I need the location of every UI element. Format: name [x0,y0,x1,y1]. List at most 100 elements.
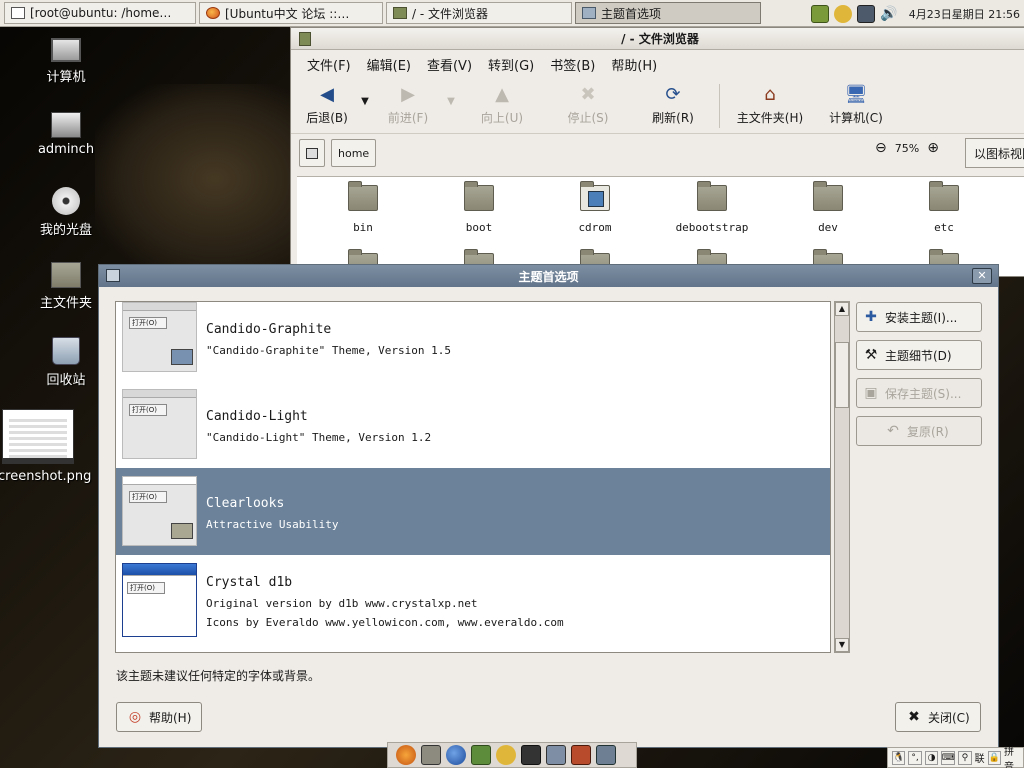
theme-preview-thumbnail: 打开(O) [122,302,197,372]
media-player-icon[interactable] [571,745,591,765]
network-share-icon [51,112,81,138]
ime-name-label[interactable]: 拼音 [1004,743,1023,768]
menu-edit[interactable]: 编辑(E) [359,55,419,74]
menu-go[interactable]: 转到(G) [480,55,542,74]
web-browser-icon[interactable] [446,745,466,765]
theme-row-candido-graphite[interactable]: 打开(O) Candido-Graphite "Candido-Graphite… [116,302,830,389]
close-icon: ✖ [908,709,920,725]
user-icon[interactable] [496,745,516,765]
scroll-up-icon[interactable]: ▲ [835,302,849,316]
file-item-dev[interactable]: dev [780,181,876,234]
penguin-icon[interactable]: 🐧 [892,750,906,765]
scroll-down-icon[interactable]: ▼ [835,638,849,652]
file-name: cdrom [578,221,612,234]
theme-row-crystal-d1b[interactable]: 打开(O) Crystal d1b Original version by d1… [116,555,830,652]
back-history-dropdown[interactable]: ▼ [357,96,373,107]
file-item-debootstrap[interactable]: debootstrap [664,181,760,234]
back-button[interactable]: ◀ 后退(B) [297,78,357,130]
update-notifier-icon[interactable] [810,4,829,23]
ubuntu-menu-icon[interactable] [396,745,416,765]
forward-button[interactable]: ▶ 前进(F) [373,78,443,130]
menu-file[interactable]: 文件(F) [299,55,359,74]
taskbar-item-firefox[interactable]: [Ubuntu中文 论坛 ::… [199,2,383,24]
view-mode-select[interactable]: 以图标视图 [965,138,1024,168]
desktop-icon-screenshot[interactable]: creenshot.png [0,409,94,484]
file-item-bin[interactable]: bin [315,181,411,234]
home-icon: ⌂ [764,83,776,105]
save-theme-button[interactable]: ▣ 保存主题(S)... [856,378,982,408]
computer-icon: 🖥 [844,83,868,105]
softkeyboard-icon[interactable]: ⌨ [941,750,956,765]
stop-label: 停止(S) [567,111,609,125]
user-icon[interactable] [833,4,852,23]
toolbar: ◀ 后退(B) ▼ ▶ 前进(F) ▼ ▲ 向上(U) ✖ 停止(S) ⟳ 刷新… [291,78,1024,134]
file-icon-view[interactable]: bin boot cdrom debootstrap dev etc [297,176,1024,276]
stop-icon: ✖ [580,83,596,105]
home-button[interactable]: ⌂ 主文件夹(H) [724,78,816,130]
theme-row-clearlooks[interactable]: 打开(O) Clearlooks Attractive Usability [116,468,830,555]
theme-description: Original version by d1b www.crystalxp.ne… [206,597,478,610]
install-theme-button[interactable]: ✚ 安装主题(I)... [856,302,982,332]
ime-mode-label[interactable]: 联 [975,750,985,765]
taskbar-item-file-browser[interactable]: / - 文件浏览器 [386,2,572,24]
up-button[interactable]: ▲ 向上(U) [459,78,545,130]
install-label: 安装主题(I)... [885,310,958,325]
theme-description: "Candido-Light" Theme, Version 1.2 [206,431,432,444]
dialog-title: 主题首选项 [518,269,579,284]
menu-help[interactable]: 帮助(H) [603,55,665,74]
taskbar-item-terminal[interactable]: [root@ubuntu: /home… [4,2,196,24]
revert-icon: ↶ [887,423,899,439]
zoom-level[interactable]: 75% [895,142,919,155]
punctuation-icon[interactable]: °, [908,750,922,765]
help-button[interactable]: ◎ 帮助(H) [116,702,203,732]
reload-button[interactable]: ⟳ 刷新(R) [631,78,715,130]
file-browser-titlebar[interactable]: / - 文件浏览器 [291,28,1024,50]
dialog-titlebar[interactable]: 主题首选项 ✕ [99,265,998,287]
file-item-cdrom[interactable]: cdrom [547,181,643,234]
revert-button[interactable]: ↶ 复原(R) [856,416,982,446]
dictionary-icon[interactable] [471,745,491,765]
taskbar-item-theme-preferences[interactable]: 主题首选项 [575,2,761,24]
thumb-open-button-label: 打开(O) [129,404,167,416]
desktop-icon-home[interactable]: 主文件夹 [26,262,106,311]
help-lifebuoy-icon: ◎ [128,709,142,725]
menu-bookmarks[interactable]: 书签(B) [542,55,603,74]
workspace-switcher-icon[interactable] [596,745,616,765]
menu-view[interactable]: 查看(V) [419,55,480,74]
desktop-icon-computer[interactable]: 计算机 [26,38,106,85]
path-button-home[interactable]: home [331,139,377,167]
image-file-icon [2,409,74,464]
terminal-icon[interactable] [521,745,541,765]
theme-row-candido-light[interactable]: 打开(O) Candido-Light "Candido-Light" Them… [116,389,830,476]
window-title: / - 文件浏览器 [621,32,699,46]
theme-icon [106,269,120,282]
theme-list[interactable]: 打开(O) Candido-Graphite "Candido-Graphite… [115,301,831,653]
location-toggle-button[interactable] [299,139,325,167]
volume-icon[interactable]: 🔊 [880,5,898,23]
zoom-in-icon[interactable]: ⊕ [927,140,939,156]
desktop-icon-cdrom[interactable]: 我的光盘 [26,187,106,238]
scrollbar-thumb[interactable] [835,342,849,408]
folder-icon [929,181,959,211]
lock-icon[interactable]: 🔒 [987,750,1002,765]
file-manager-icon [393,7,407,19]
desktop-icon-trash[interactable]: 回收站 [26,337,106,388]
theme-list-scrollbar[interactable]: ▲ ▼ [834,301,850,653]
close-icon[interactable]: ✕ [972,268,992,284]
desktop-icon-adminch[interactable]: adminch [26,112,106,157]
system-monitor-icon[interactable] [546,745,566,765]
theme-details-button[interactable]: ⚒ 主题细节(D) [856,340,982,370]
computer-button[interactable]: 🖥 计算机(C) [816,78,896,130]
close-button[interactable]: ✖ 关闭(C) [895,702,981,732]
screenshot-tool-icon[interactable] [421,745,441,765]
folder-icon [171,523,193,539]
file-item-boot[interactable]: boot [431,181,527,234]
zoom-out-icon[interactable]: ⊖ [875,140,887,156]
halfwidth-icon[interactable]: ◑ [924,750,939,765]
forward-history-dropdown[interactable]: ▼ [443,96,459,107]
stop-button[interactable]: ✖ 停止(S) [545,78,631,130]
file-item-etc[interactable]: etc [896,181,992,234]
network-monitor-icon[interactable] [856,4,875,23]
clock[interactable]: 4月23日星期日 21:56 [909,6,1020,22]
search-icon[interactable]: ⚲ [958,750,972,765]
